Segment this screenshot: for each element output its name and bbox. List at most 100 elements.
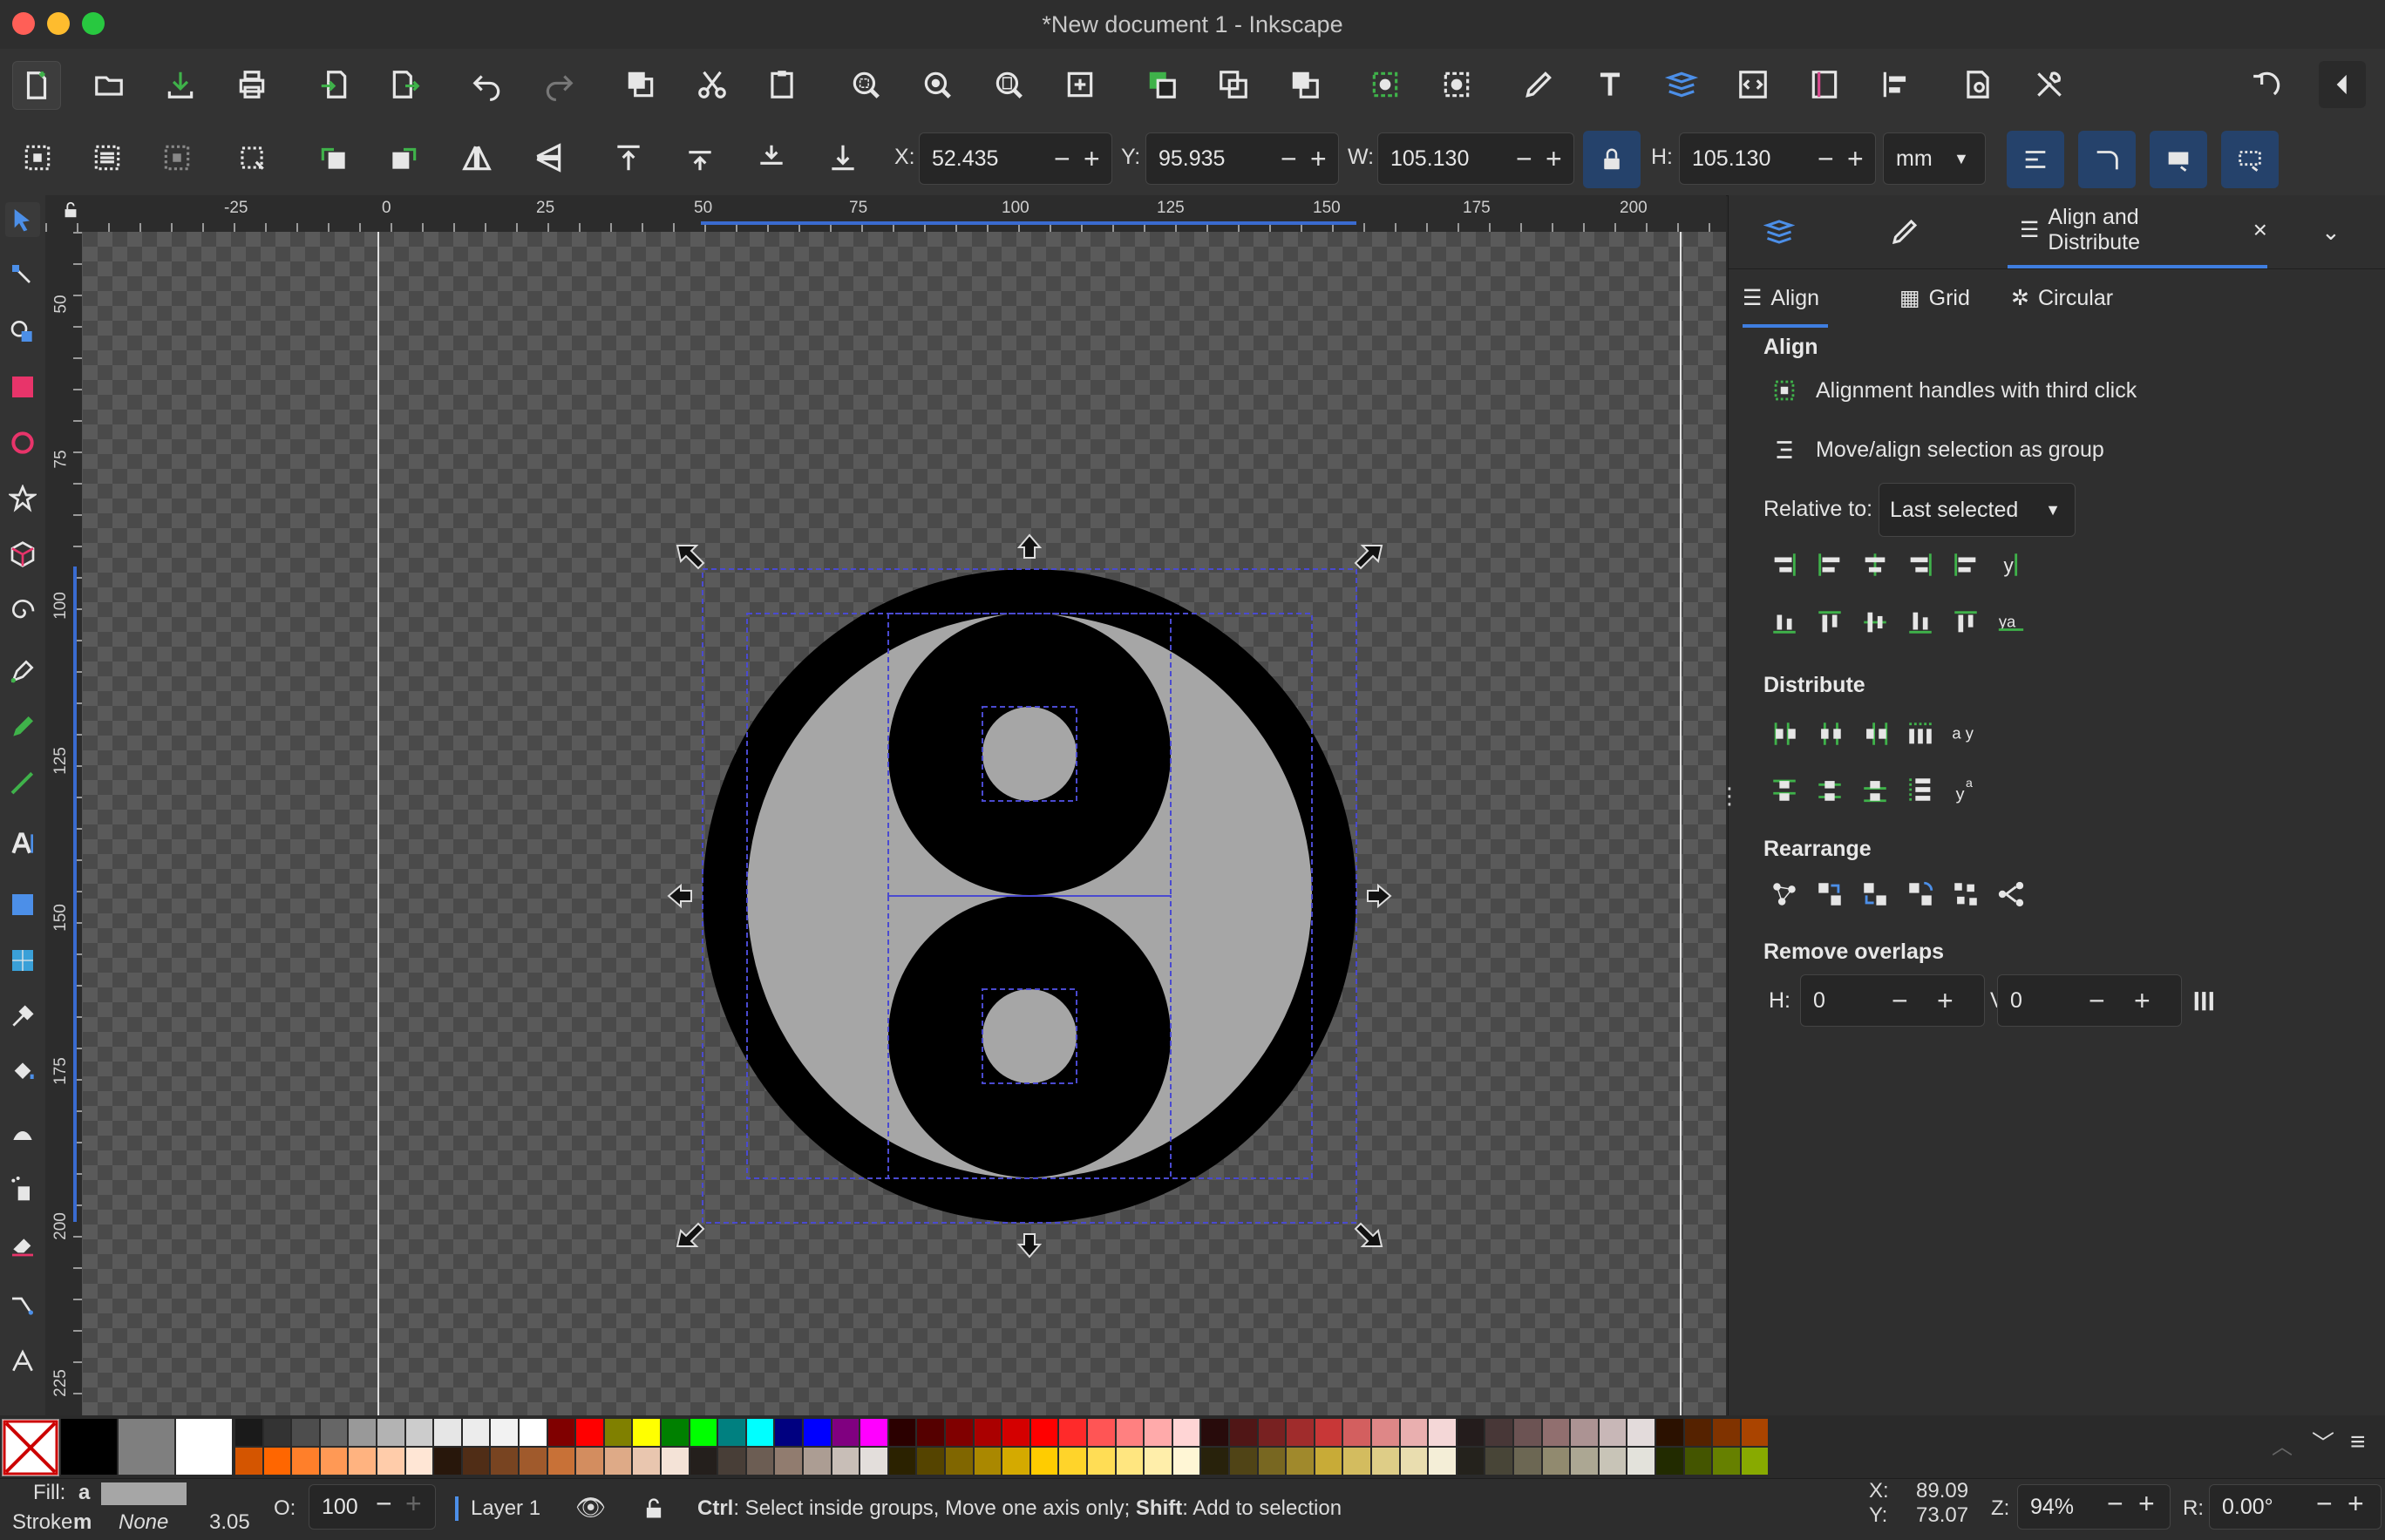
color-swatch[interactable] (662, 1419, 689, 1446)
color-swatch[interactable] (1201, 1419, 1228, 1446)
color-swatch[interactable] (1656, 1448, 1683, 1475)
distribute-gaps-v-icon[interactable] (1903, 772, 1938, 807)
color-swatch[interactable] (1741, 1448, 1769, 1475)
color-swatch[interactable] (263, 1448, 291, 1475)
color-swatch[interactable] (1172, 1448, 1200, 1475)
color-swatch[interactable] (462, 1448, 490, 1475)
color-swatch[interactable] (1485, 1419, 1512, 1446)
color-swatch[interactable] (1571, 1448, 1598, 1475)
align-top-edges-icon[interactable] (1812, 605, 1847, 640)
color-swatch[interactable] (1315, 1419, 1342, 1446)
color-swatch[interactable] (1315, 1448, 1342, 1475)
zoom-selection-icon[interactable] (842, 61, 889, 108)
palette-scroll-up-icon[interactable]: ︿ (2272, 1429, 2293, 1460)
color-swatch[interactable] (1627, 1448, 1655, 1475)
color-swatch[interactable] (1088, 1419, 1115, 1446)
palette-scroll-down-icon[interactable]: ﹀ (2312, 1426, 2334, 1458)
import-icon[interactable] (310, 61, 357, 108)
color-swatch[interactable] (888, 1448, 916, 1475)
h-field[interactable]: 105.130 − + (1679, 132, 1876, 185)
distribute-right-edges-icon[interactable] (1858, 716, 1892, 751)
3d-box-tool-icon[interactable] (5, 537, 40, 572)
zoom-field[interactable]: 94% − + (2017, 1484, 2171, 1530)
zoom-out-button[interactable]: − (2107, 1482, 2123, 1525)
unlock-icon[interactable] (642, 1496, 666, 1525)
align-left-edges-icon[interactable] (1812, 547, 1847, 582)
lower-icon[interactable] (748, 134, 795, 181)
ellipse-tool-icon[interactable] (5, 425, 40, 460)
remove-overlaps-button-icon[interactable] (2187, 983, 2222, 1018)
flip-horizontal-icon[interactable] (453, 134, 500, 181)
calligraphy-tool-icon[interactable] (5, 765, 40, 800)
color-swatch[interactable] (974, 1448, 1002, 1475)
align-bottom-to-top-anchor-icon[interactable] (1767, 605, 1802, 640)
close-icon[interactable]: × (2253, 216, 2267, 244)
gradient-tool-icon[interactable] (5, 887, 40, 922)
node-tool-icon[interactable] (5, 258, 40, 293)
color-swatch[interactable] (349, 1419, 376, 1446)
connector-tool-icon[interactable] (5, 1288, 40, 1323)
spray-tool-icon[interactable] (5, 1171, 40, 1206)
opacity-decrement-button[interactable]: − (376, 1482, 392, 1525)
color-swatch[interactable] (1088, 1448, 1115, 1475)
x-field[interactable]: 52.435 − + (919, 132, 1112, 185)
undo-icon[interactable] (464, 61, 511, 108)
lower-to-bottom-icon[interactable] (819, 134, 866, 181)
alignment-handles-option[interactable]: Alignment handles with third click (1816, 378, 2137, 404)
exchange-stack-order-icon[interactable] (1858, 877, 1892, 912)
h-increment-button[interactable]: + (1847, 133, 1864, 184)
artwork[interactable] (83, 232, 1726, 1415)
x-decrement-button[interactable]: − (1054, 133, 1070, 184)
drawing-canvas[interactable] (83, 232, 1726, 1415)
zoom-page-icon[interactable] (985, 61, 1032, 108)
color-swatch[interactable] (746, 1448, 774, 1475)
exchange-clockwise-icon[interactable] (1903, 877, 1938, 912)
opacity-increment-button[interactable]: + (405, 1482, 422, 1525)
color-swatch[interactable] (1258, 1448, 1286, 1475)
overlap-h-decrement-button[interactable]: − (1892, 975, 1908, 1026)
color-swatch[interactable] (1514, 1448, 1541, 1475)
w-field[interactable]: 105.130 − + (1377, 132, 1574, 185)
color-swatch[interactable] (804, 1448, 831, 1475)
w-increment-button[interactable]: + (1546, 133, 1562, 184)
exchange-selection-order-icon[interactable] (1812, 877, 1847, 912)
align-right-edges-icon[interactable] (1903, 547, 1938, 582)
color-swatch[interactable] (604, 1448, 632, 1475)
color-swatch[interactable] (405, 1419, 433, 1446)
color-swatch[interactable] (917, 1448, 944, 1475)
color-swatch[interactable] (1116, 1448, 1144, 1475)
tweak-tool-icon[interactable] (5, 1116, 40, 1150)
palette-menu-icon[interactable]: ≡ (2350, 1428, 2366, 1457)
rotation-decrement-button[interactable]: − (2316, 1482, 2333, 1525)
export-icon[interactable] (382, 61, 429, 108)
fill-stroke-tab-icon[interactable] (1889, 195, 1920, 268)
color-swatch[interactable] (1002, 1448, 1029, 1475)
opacity-field[interactable]: 100 − + (309, 1484, 436, 1530)
move-as-group-option[interactable]: Move/align selection as group (1816, 438, 2104, 463)
color-swatch[interactable] (520, 1448, 547, 1475)
distribute-centers-v-icon[interactable] (1812, 772, 1847, 807)
color-swatch[interactable] (946, 1419, 973, 1446)
color-swatch[interactable] (690, 1448, 717, 1475)
color-swatch[interactable] (860, 1448, 887, 1475)
redo-icon[interactable] (535, 61, 582, 108)
color-swatch[interactable] (1429, 1448, 1456, 1475)
zoom-in-button[interactable]: + (2138, 1482, 2155, 1525)
xml-editor-icon[interactable] (1729, 61, 1777, 108)
color-swatch[interactable] (832, 1419, 860, 1446)
color-swatch[interactable] (1457, 1448, 1485, 1475)
star-tool-icon[interactable] (5, 481, 40, 516)
eraser-tool-icon[interactable] (5, 1227, 40, 1262)
align-right-to-left-anchor-icon[interactable] (1767, 547, 1802, 582)
unclump-icon[interactable] (1994, 877, 2028, 912)
transform-gradients-icon[interactable] (2150, 131, 2207, 188)
horizontal-ruler[interactable]: -25 0 25 50 75 100 125 150 175 200 (45, 195, 1726, 233)
y-increment-button[interactable]: + (1310, 133, 1327, 184)
color-swatch[interactable] (1599, 1448, 1627, 1475)
color-swatch[interactable] (263, 1419, 291, 1446)
tab-align-distribute[interactable]: ☰ Align and Distribute × (2008, 195, 2267, 268)
overlap-v-field[interactable]: 0 − + (1997, 974, 2182, 1027)
color-swatch[interactable] (491, 1448, 518, 1475)
color-swatch[interactable] (1116, 1419, 1144, 1446)
fill-indicator[interactable] (101, 1482, 187, 1505)
